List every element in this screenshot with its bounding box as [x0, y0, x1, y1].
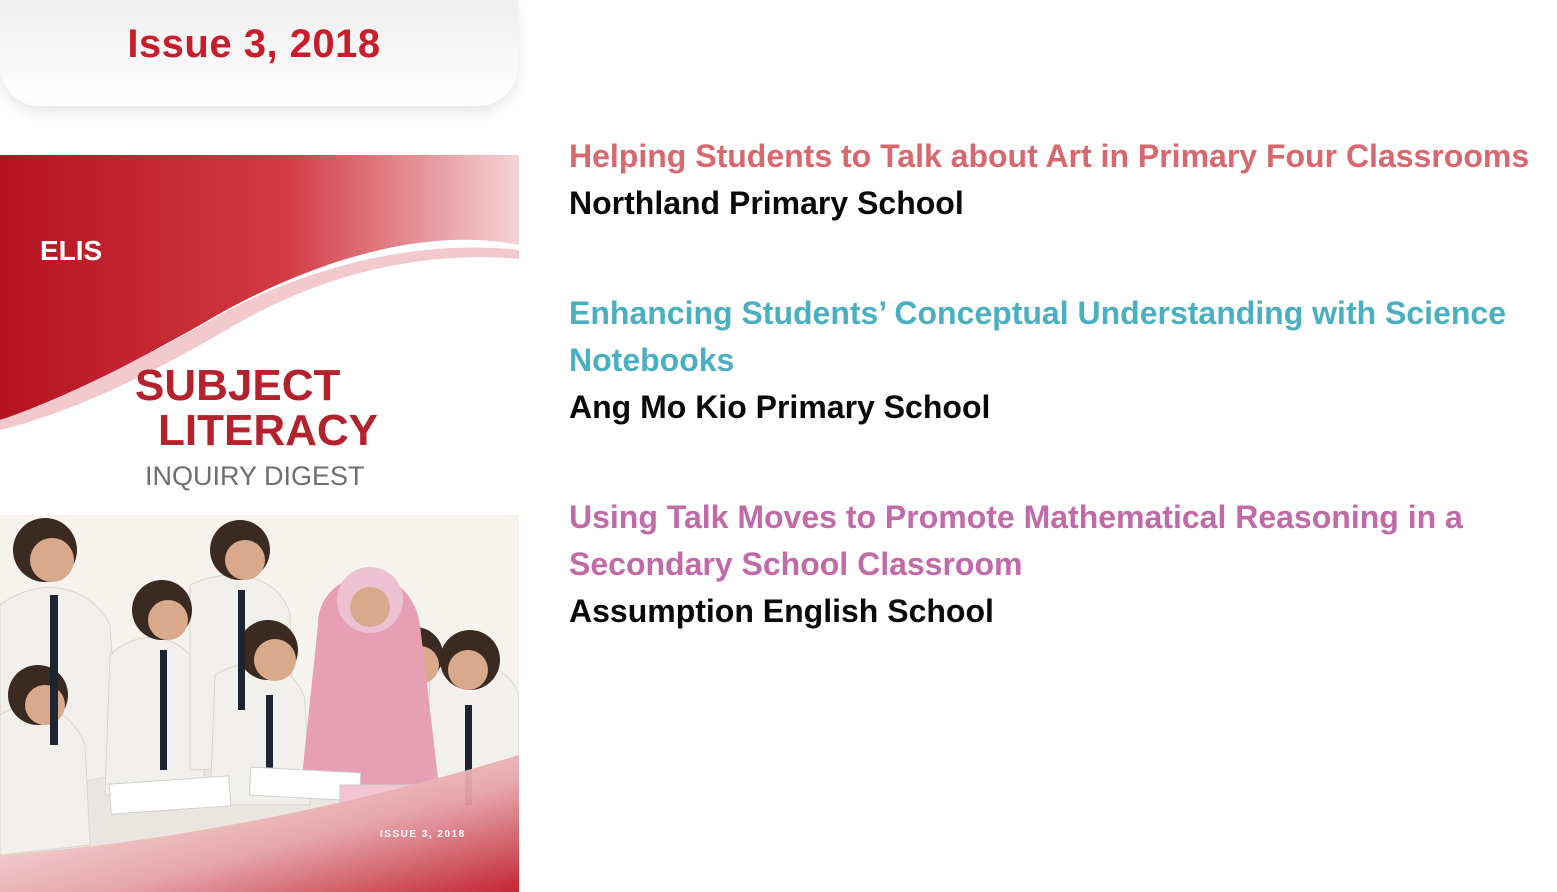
issue-title: Issue 3, 2018: [127, 22, 381, 66]
article-title-link[interactable]: Helping Students to Talk about Art in Pr…: [569, 133, 1554, 180]
cover-issue-label: ISSUE 3, 2018: [380, 829, 466, 840]
cover-subtitle: INQUIRY DIGEST: [145, 461, 365, 491]
cover-logo: ELIS: [40, 235, 102, 266]
article-list: Helping Students to Talk about Art in Pr…: [569, 133, 1554, 698]
cover-title-line2: LITERACY: [158, 406, 378, 455]
page: Issue 3, 2018 ELIS SUBJECT LITERACY INQU…: [0, 0, 1557, 892]
cover-image[interactable]: ELIS SUBJECT LITERACY INQUIRY DIGEST ISS…: [0, 155, 519, 892]
article-item: Using Talk Moves to Promote Mathematical…: [569, 494, 1554, 635]
article-title-link[interactable]: Using Talk Moves to Promote Mathematical…: [569, 494, 1554, 588]
article-item: Helping Students to Talk about Art in Pr…: [569, 133, 1554, 227]
cover-title-line1: SUBJECT: [135, 361, 340, 410]
cover-illustration: ELIS SUBJECT LITERACY INQUIRY DIGEST ISS…: [0, 155, 519, 892]
article-item: Enhancing Students’ Conceptual Understan…: [569, 290, 1554, 431]
article-title-link[interactable]: Enhancing Students’ Conceptual Understan…: [569, 290, 1554, 384]
article-school: Northland Primary School: [569, 185, 964, 221]
article-school: Ang Mo Kio Primary School: [569, 389, 991, 425]
article-school: Assumption English School: [569, 593, 994, 629]
